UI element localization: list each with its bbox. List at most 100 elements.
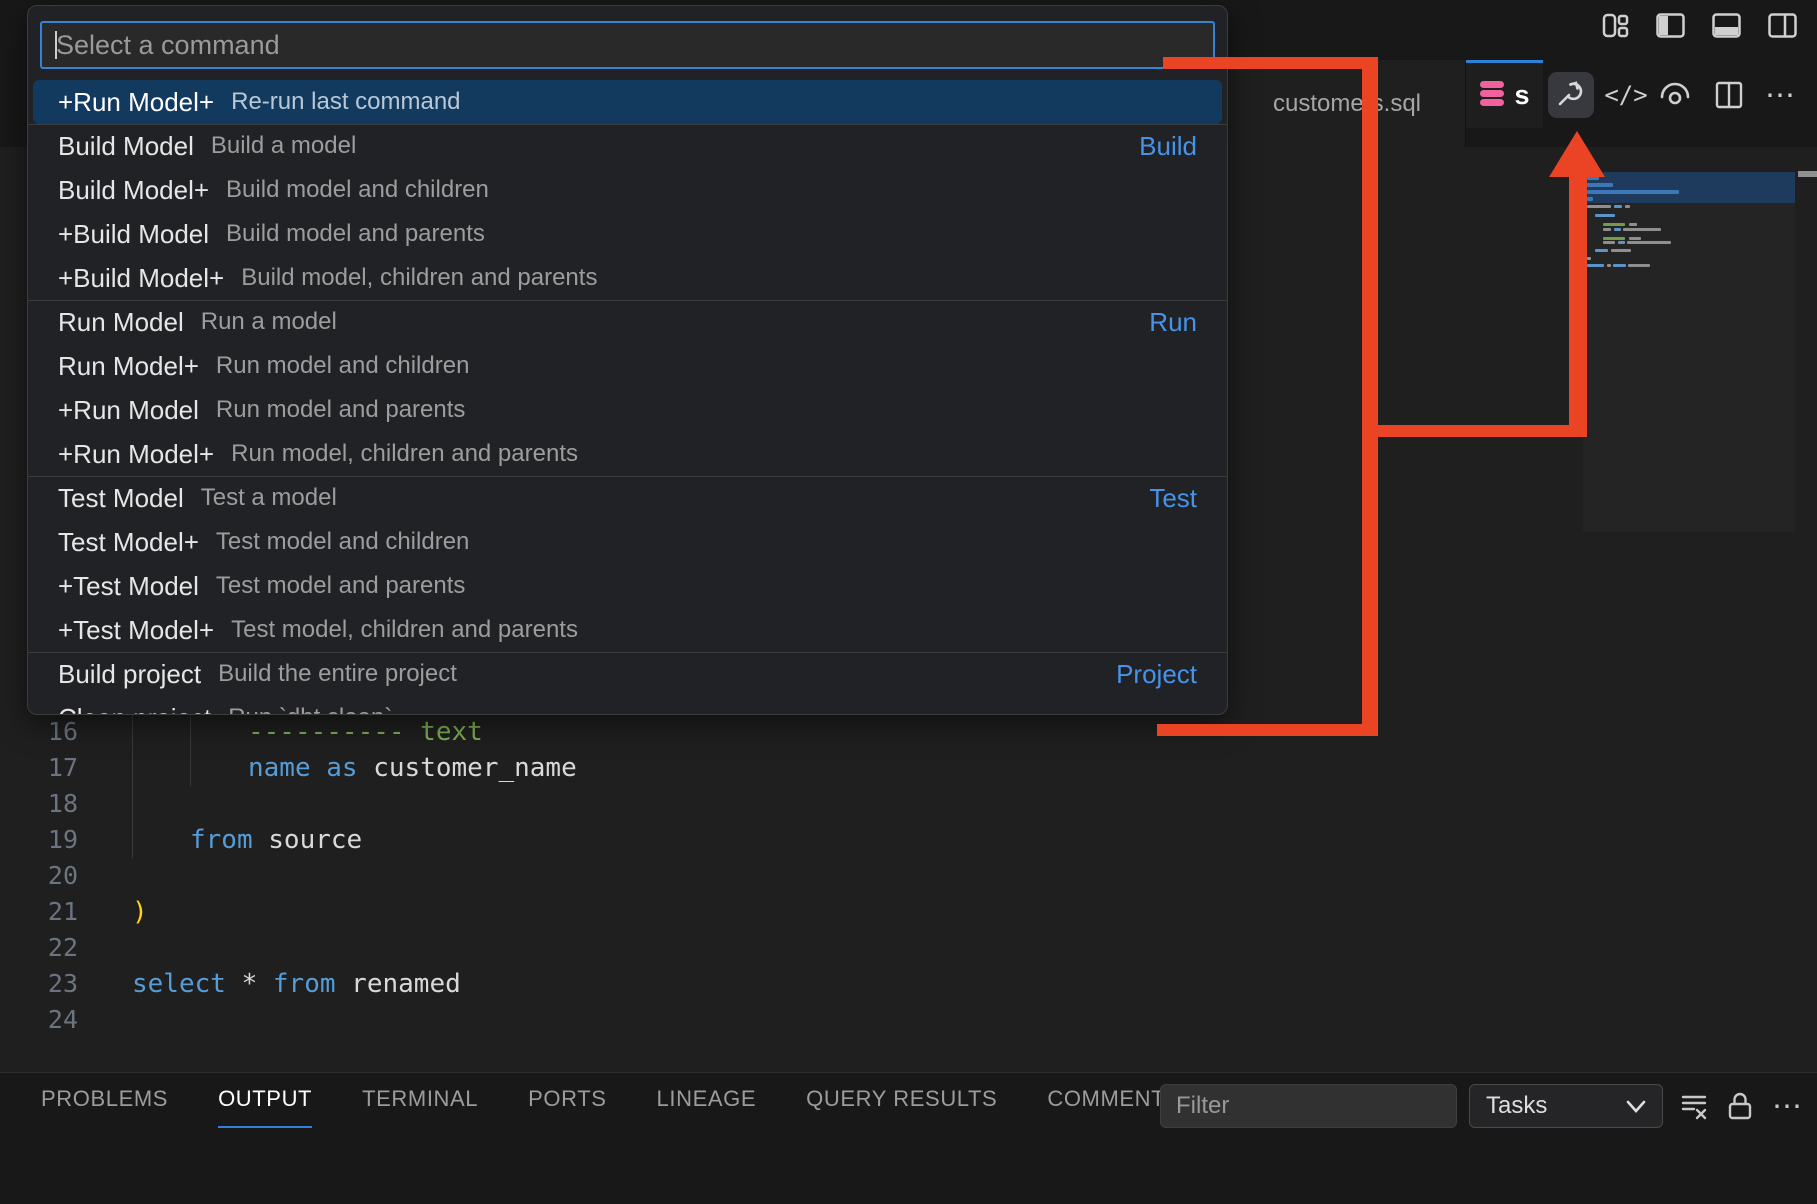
line-number: 24 bbox=[0, 1002, 78, 1038]
command-category-badge: Build bbox=[1139, 131, 1197, 162]
command-item[interactable]: +Test ModelTest model and parents bbox=[33, 564, 1222, 608]
toggle-primary-sidebar-icon[interactable] bbox=[1656, 12, 1685, 39]
line-number: 16 bbox=[0, 714, 78, 750]
command-item[interactable]: +Run ModelRun model and parents bbox=[33, 388, 1222, 432]
command-description: Build a model bbox=[211, 132, 356, 160]
panel-tab-output[interactable]: OUTPUT bbox=[218, 1086, 312, 1128]
clear-output-icon[interactable] bbox=[1672, 1084, 1716, 1128]
minimap-line bbox=[1613, 264, 1626, 267]
command-name: +Test Model bbox=[58, 571, 199, 602]
tab-label: customers.sql bbox=[1273, 90, 1421, 118]
annotation-arrow-shaft bbox=[1569, 174, 1587, 437]
minimap-line bbox=[1603, 237, 1625, 240]
minimap-line bbox=[1611, 249, 1631, 252]
panel-tab-strip: PROBLEMS OUTPUT TERMINAL PORTS LINEAGE QUERY … bbox=[41, 1086, 1180, 1128]
panel-tab-lineage[interactable]: LINEAGE bbox=[657, 1086, 757, 1126]
minimap-line bbox=[1587, 257, 1591, 260]
indent-guide bbox=[132, 714, 133, 858]
database-icon bbox=[1479, 80, 1505, 112]
split-editor-icon[interactable] bbox=[1706, 72, 1752, 118]
minimap-line bbox=[1587, 205, 1611, 208]
text-caret bbox=[55, 31, 57, 59]
minimap-line bbox=[1627, 241, 1671, 244]
code-line: 18 bbox=[0, 786, 1580, 822]
annotation-line-bottom bbox=[1157, 724, 1378, 736]
minimap-line bbox=[1629, 223, 1637, 226]
command-item[interactable]: Test ModelTest a modelTest bbox=[33, 476, 1222, 520]
titlebar-layout-controls bbox=[1602, 12, 1797, 39]
tasks-dropdown-label: Tasks bbox=[1486, 1092, 1547, 1120]
command-item[interactable]: +Test Model+Test model, children and par… bbox=[33, 608, 1222, 652]
command-item[interactable]: +Build ModelBuild model and parents bbox=[33, 212, 1222, 256]
command-item[interactable]: Run ModelRun a modelRun bbox=[33, 300, 1222, 344]
command-name: +Build Model bbox=[58, 219, 209, 250]
filter-input[interactable] bbox=[1160, 1084, 1457, 1128]
command-input[interactable] bbox=[42, 23, 1213, 67]
tab-database-pane[interactable]: s bbox=[1466, 60, 1543, 128]
command-description: Test model, children and parents bbox=[231, 616, 578, 644]
compiled-preview-icon[interactable] bbox=[1652, 72, 1698, 118]
command-item[interactable]: Build Model+Build model and children bbox=[33, 168, 1222, 212]
tasks-dropdown[interactable]: Tasks bbox=[1469, 1084, 1663, 1128]
minimap[interactable] bbox=[1583, 172, 1795, 532]
code-text: select * from renamed bbox=[132, 966, 461, 1002]
code-line: 21) bbox=[0, 894, 1580, 930]
chevron-down-icon bbox=[1626, 1092, 1646, 1120]
panel-more-actions-icon[interactable]: ⋯ bbox=[1766, 1084, 1810, 1128]
line-number: 18 bbox=[0, 786, 78, 822]
indent-guide bbox=[190, 714, 191, 786]
toggle-secondary-sidebar-icon[interactable] bbox=[1768, 12, 1797, 39]
command-item[interactable]: +Build Model+Build model, children and p… bbox=[33, 256, 1222, 300]
command-category-badge: Project bbox=[1116, 659, 1197, 690]
annotation-line-vertical bbox=[1362, 57, 1378, 736]
command-description: Run model and parents bbox=[216, 396, 466, 424]
minimap-line bbox=[1595, 214, 1615, 217]
panel-tab-terminal[interactable]: TERMINAL bbox=[362, 1086, 478, 1126]
command-item[interactable]: +Run Model+Re-run last command bbox=[33, 80, 1222, 124]
line-number: 22 bbox=[0, 930, 78, 966]
command-name: +Build Model+ bbox=[58, 263, 224, 294]
command-name: Build Model bbox=[58, 131, 194, 162]
minimap-line bbox=[1618, 241, 1625, 244]
lock-icon[interactable] bbox=[1718, 1084, 1762, 1128]
minimap-line bbox=[1628, 264, 1650, 267]
command-item[interactable]: Clean projectRun `dbt clean` bbox=[33, 696, 1222, 715]
minimap-selection-block bbox=[1583, 172, 1795, 203]
command-item[interactable]: +Run Model+Run model, children and paren… bbox=[33, 432, 1222, 476]
line-number: 17 bbox=[0, 750, 78, 786]
annotation-line-top bbox=[1163, 57, 1378, 69]
wrench-icon bbox=[1556, 78, 1586, 113]
code-text: ) bbox=[132, 894, 148, 930]
code-icon[interactable]: </> bbox=[1603, 72, 1649, 118]
minimap-line bbox=[1607, 264, 1611, 267]
code-text: from source bbox=[190, 822, 362, 858]
wrench-button[interactable] bbox=[1548, 72, 1594, 118]
minimap-line bbox=[1587, 264, 1604, 267]
command-item[interactable]: Test Model+Test model and children bbox=[33, 520, 1222, 564]
tab-customers-sql[interactable]: customers.sql bbox=[1229, 60, 1466, 147]
customize-layout-icon[interactable] bbox=[1602, 12, 1629, 39]
panel-tab-query-results[interactable]: QUERY RESULTS bbox=[806, 1086, 997, 1126]
panel-tab-ports[interactable]: PORTS bbox=[528, 1086, 606, 1126]
toggle-panel-icon[interactable] bbox=[1712, 12, 1741, 39]
command-name: Test Model bbox=[58, 483, 184, 514]
command-description: Run model, children and parents bbox=[231, 440, 578, 468]
panel-tab-problems[interactable]: PROBLEMS bbox=[41, 1086, 168, 1126]
command-description: Re-run last command bbox=[231, 88, 460, 116]
editor-scrollbar-thumb[interactable] bbox=[1798, 171, 1817, 177]
code-line: 19from source bbox=[0, 822, 1580, 858]
command-item[interactable]: Build projectBuild the entire projectPro… bbox=[33, 652, 1222, 696]
command-description: Run model and children bbox=[216, 352, 470, 380]
command-input-wrap bbox=[40, 21, 1215, 69]
bottom-panel: PROBLEMS OUTPUT TERMINAL PORTS LINEAGE QUERY … bbox=[0, 1072, 1817, 1204]
minimap-line bbox=[1603, 228, 1611, 231]
command-name: Run Model+ bbox=[58, 351, 199, 382]
minimap-line bbox=[1625, 205, 1630, 208]
command-description: Test model and children bbox=[216, 528, 469, 556]
minimap-line bbox=[1623, 228, 1661, 231]
more-actions-icon[interactable]: ⋯ bbox=[1758, 72, 1804, 118]
command-item[interactable]: Build Model Build a model Build bbox=[33, 124, 1222, 168]
command-item[interactable]: Run Model+ Run model and children bbox=[33, 344, 1222, 388]
minimap-line bbox=[1595, 249, 1608, 252]
annotation-arrow-head bbox=[1549, 131, 1605, 177]
